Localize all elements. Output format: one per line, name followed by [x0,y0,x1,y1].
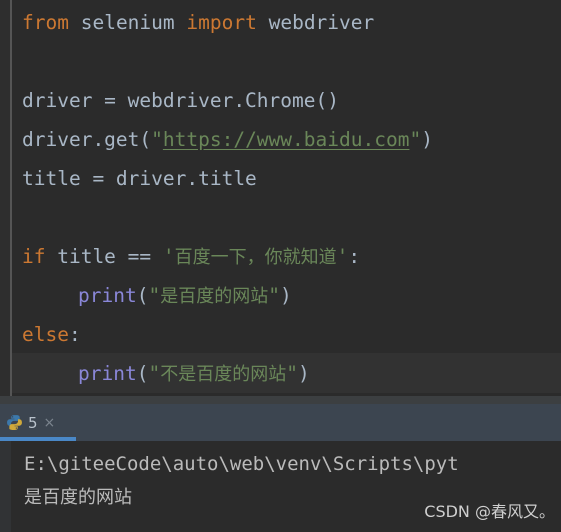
code-token: ) [421,128,433,151]
run-tool-window-tabbar: 5 × [0,404,561,441]
code-token: print [78,284,137,307]
code-token: 百度一下，你就知道 [174,247,337,268]
console-output-line: 是百度的网站 [24,487,132,508]
code-token: ( [136,362,149,385]
code-token: " [148,362,161,385]
editor-gutter-separator [10,0,12,396]
code-token: : [348,245,361,268]
pycharm-ide-screenshot: from selenium import webdriver driver = w… [0,0,561,532]
run-tab-5[interactable]: 5 × [0,404,76,441]
code-line: print("不是百度的网站") [78,354,310,393]
code-token: " [151,128,163,151]
code-line: driver = webdriver.Chrome() [22,81,339,120]
console-gutter [0,441,11,532]
code-token: driver = webdriver.Chrome() [22,89,339,112]
code-line: driver.get("https://www.baidu.com") [22,120,433,159]
code-line: title = driver.title [22,159,257,198]
close-icon[interactable]: × [44,416,56,430]
code-token: " [286,362,298,385]
code-token: ) [297,362,310,385]
code-token: ( [136,284,149,307]
python-icon [6,414,23,431]
code-token: if [22,245,46,268]
code-line: print("是百度的网站") [78,276,292,315]
code-token: " [268,284,280,307]
run-tab-label: 5 [28,413,38,432]
code-token: title = driver.title [22,167,257,190]
code-token: ' [336,245,349,268]
code-token: " [409,128,422,151]
code-token: import [186,11,257,34]
editor-line-number-gutter [0,0,10,396]
code-token: print [78,362,137,385]
code-line: from selenium import webdriver [22,3,374,42]
code-token: from [22,11,69,34]
code-token: ' [162,245,175,268]
code-token: ) [279,284,292,307]
code-token: " [148,284,161,307]
code-token: else [22,323,69,346]
console-command-line: E:\giteeCode\auto\web\venv\Scripts\pyt [24,453,459,475]
code-line: if title == '百度一下，你就知道': [22,237,360,276]
code-token: title == [45,245,163,268]
code-editor[interactable]: from selenium import webdriver driver = w… [0,0,561,396]
csdn-watermark: CSDN @春风又。 [424,502,555,521]
code-token: selenium [80,11,175,34]
code-line: else: [22,315,81,354]
editor-horizontal-scrollbar-track[interactable] [0,396,561,404]
code-token: 是百度的网站 [160,286,269,307]
code-token: https://www.baidu.com [162,128,410,151]
code-token: : [68,323,81,346]
code-token: webdriver [268,11,375,34]
code-token: 不是百度的网站 [160,364,287,385]
code-token: driver.get( [22,128,152,151]
